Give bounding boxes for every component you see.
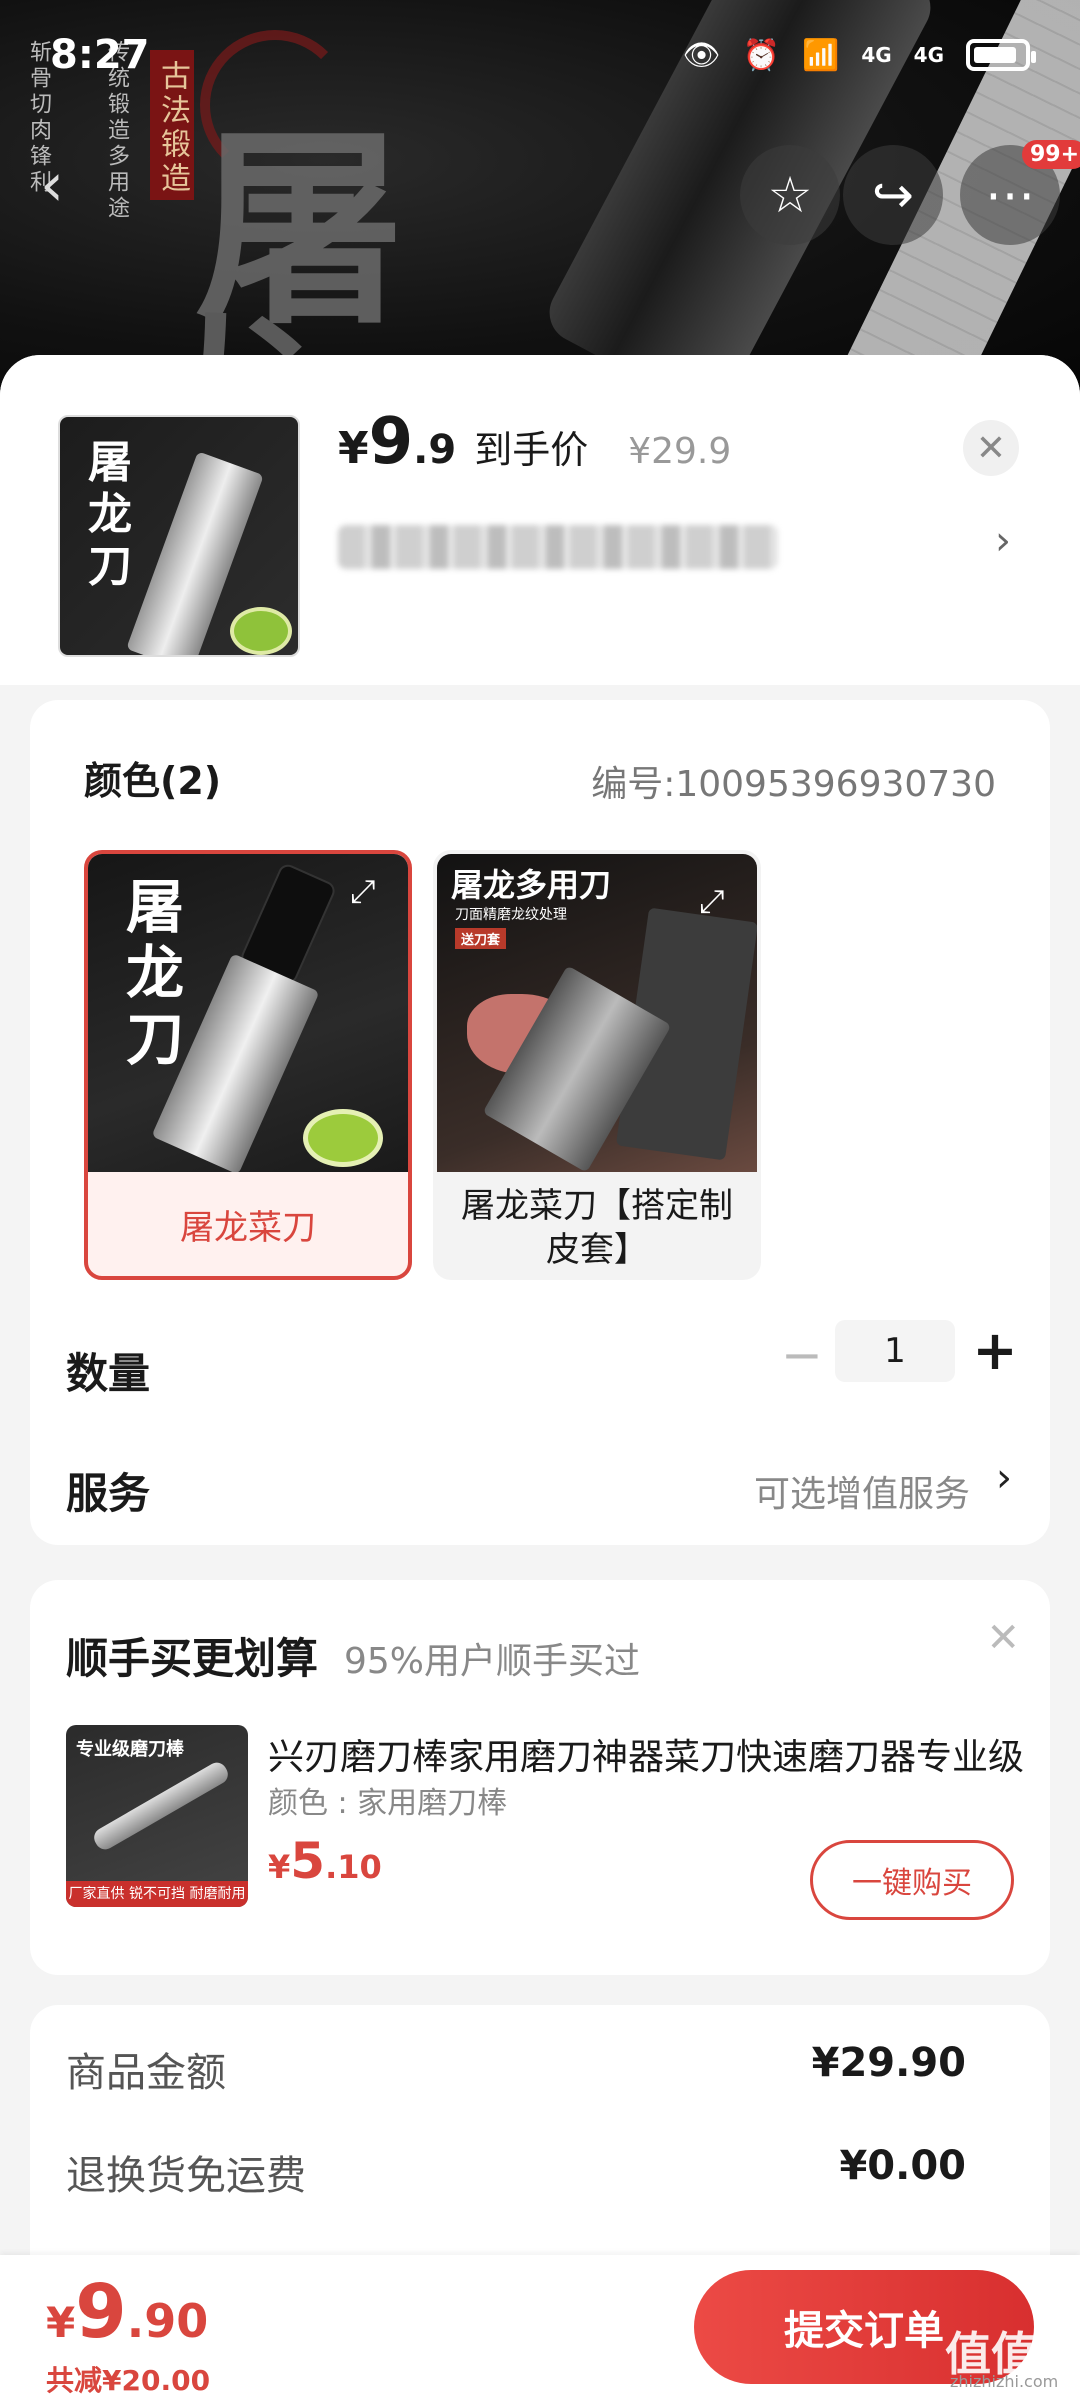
spec-card: 颜色(2) 编号:10095396930730 屠龙刀 ⤢ 屠龙菜刀 屠龙多用刀… [30,700,1050,1545]
service-label: 服务 [66,1469,151,1518]
addon-price: ¥ 5 .10 [268,1832,382,1890]
total-price-decimal: .90 [126,2294,209,2348]
cellular-signal-icon: 4G [861,43,892,67]
chevron-right-icon[interactable]: › [996,1455,1012,1501]
variant-option-selected[interactable]: 屠龙刀 ⤢ 屠龙菜刀 [84,850,412,1280]
amount-value: ¥0.00 [839,2143,966,2189]
lime [303,1109,383,1167]
order-sheet: 屠龙刀 ¥ 9 .9 到手价 ¥29.9 ✕ › 颜色(2) 编号:100953… [0,355,1080,2400]
quantity-decrease-button[interactable]: − [772,1325,832,1385]
addon-thumbnail[interactable]: 专业级磨刀棒 厂家直供 锐不可挡 耐磨耐用 [66,1725,248,1907]
addon-price-decimal: .10 [325,1848,382,1886]
amount-row: 退换货免运费 ¥0.00 [66,2143,1014,2201]
addon-price-integer: 5 [290,1832,326,1890]
color-title: 颜色(2) [84,759,222,803]
sku-number: 编号:10095396930730 [591,764,996,805]
thumbnail-lime [230,607,292,655]
addon-product-spec: 颜色 : 家用磨刀棒 [268,1786,508,1821]
addon-price-currency: ¥ [268,1848,291,1886]
expand-icon[interactable]: ⤢ [699,882,725,921]
chevron-right-icon[interactable]: › [995,518,1011,564]
amount-key: 退换货免运费 [66,2153,306,2199]
status-time: 8:27 [50,32,150,78]
variant-image: 屠龙刀 ⤢ [88,854,408,1172]
price-currency: ¥ [338,423,369,474]
quantity-input[interactable]: 1 [835,1320,955,1382]
variant-option[interactable]: 屠龙多用刀 刀面精磨龙纹处理 送刀套 ⤢ 屠龙菜刀【搭定制皮套】 [433,850,761,1280]
one-click-buy-button[interactable]: 一键购买 [810,1840,1014,1920]
share-icon[interactable]: ↪ [843,145,943,245]
sheet-header: 屠龙刀 ¥ 9 .9 到手价 ¥29.9 ✕ › [0,355,1080,685]
close-icon[interactable]: ✕ [963,420,1019,476]
service-value[interactable]: 可选增值服务 [754,1465,970,1517]
price-decimal: .9 [413,427,457,473]
expand-icon[interactable]: ⤢ [350,872,376,911]
amount-key: 商品金额 [66,2050,226,2096]
price-label: 到手价 [474,428,589,472]
eye-icon: 👁 [682,37,721,73]
status-bar: 8:27 👁 ⏰ 📶 4G 4G [0,0,1080,110]
amount-row: 商品金额 ¥29.90 [66,2040,1014,2098]
product-thumbnail: 屠龙刀 [58,415,300,657]
address-blurred[interactable] [338,525,778,569]
thumbnail-title: 屠龙刀 [88,437,132,592]
addon-thumbnail-bar: 厂家直供 锐不可挡 耐磨耐用 [66,1881,248,1907]
quantity-increase-button[interactable]: + [965,1319,1025,1382]
sharpening-rod [90,1758,232,1854]
variant-image-tag: 送刀套 [455,928,507,949]
variant-image-title: 屠龙多用刀 [451,866,612,904]
favorite-star-icon[interactable]: ☆ [740,145,840,245]
close-icon[interactable]: ✕ [986,1615,1020,1661]
addon-card: 顺手买更划算 95%用户顺手买过 ✕ 专业级磨刀棒 厂家直供 锐不可挡 耐磨耐用… [30,1580,1050,1975]
watermark-url: zhizhizhi.com [950,2372,1059,2391]
variant-image-subtitle: 刀面精磨龙纹处理 [455,907,567,923]
original-price: ¥29.9 [628,431,732,472]
total-price: ¥ 9 .90 [46,2269,208,2355]
total-price-currency: ¥ [46,2298,76,2347]
variant-image-title: 屠龙刀 [126,873,185,1073]
addon-thumbnail-title: 专业级磨刀棒 [76,1739,184,1760]
cellular-signal-icon: 4G [913,43,944,67]
total-saving: 共减¥20.00 [46,2364,211,2397]
wifi-icon: 📶 [801,37,840,73]
addon-subtitle: 95%用户顺手买过 [344,1641,641,1682]
variant-label: 屠龙菜刀 [180,1208,316,1248]
price-integer: 9 [368,405,414,479]
back-icon[interactable]: ‹ [40,150,64,220]
notification-badge: 99+ [1022,140,1080,169]
total-price-integer: 9 [75,2269,127,2355]
quantity-label: 数量 [66,1349,151,1398]
price-row: ¥ 9 .9 到手价 ¥29.9 [338,405,731,479]
amount-value: ¥29.90 [811,2040,966,2086]
battery-icon [966,39,1036,71]
variant-label: 屠龙菜刀【搭定制皮套】 [461,1186,733,1270]
variant-image: 屠龙多用刀 刀面精磨龙纹处理 送刀套 ⤢ [437,854,757,1172]
addon-product-name[interactable]: 兴刃磨刀棒家用磨刀神器菜刀快速磨刀器专业级 [268,1728,1028,1780]
checkout-bar: ¥ 9 .90 共减¥20.00 提交订单 [0,2255,1080,2400]
addon-title: 顺手买更划算 [66,1634,319,1683]
alarm-icon: ⏰ [742,37,780,73]
